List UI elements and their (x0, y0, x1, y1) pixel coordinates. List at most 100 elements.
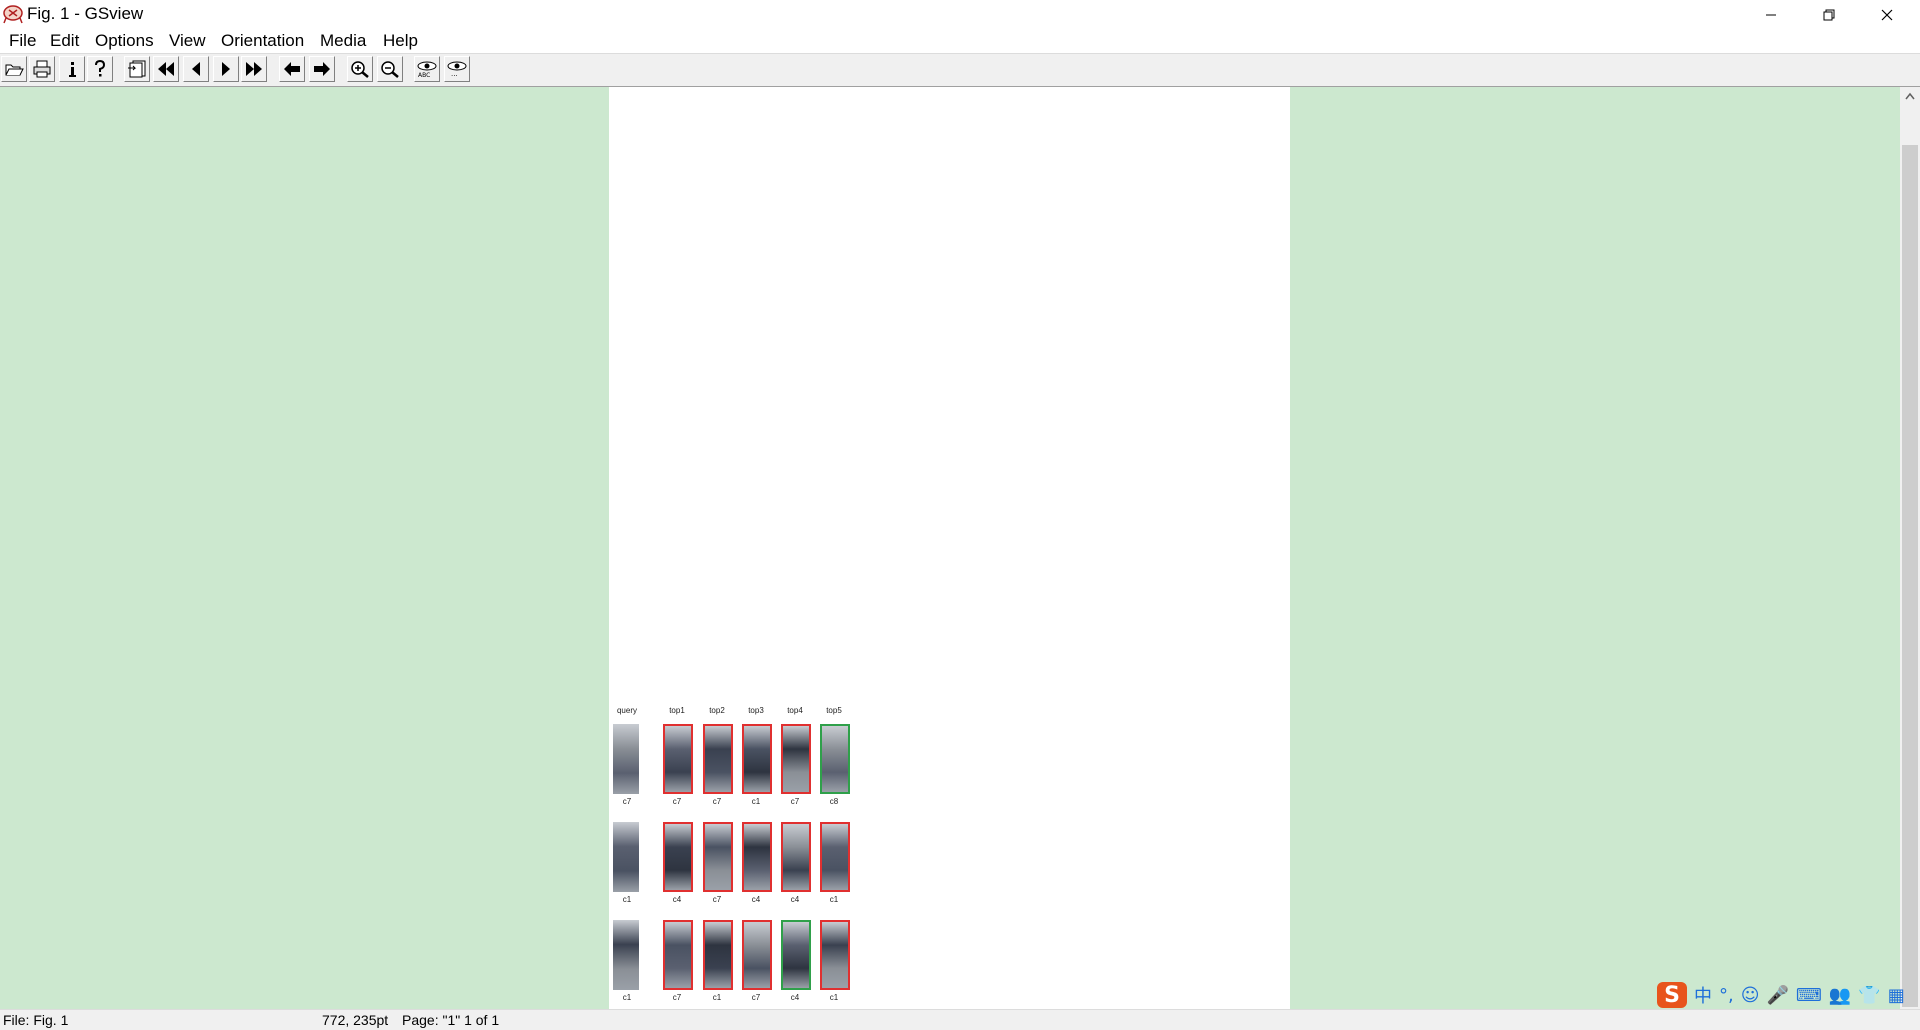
figure-header-query: query (616, 706, 637, 715)
goto-page-button[interactable] (124, 56, 150, 82)
ime-punctuation-icon[interactable]: °, (1719, 985, 1734, 1006)
ime-voice-icon[interactable]: 🎤 (1767, 985, 1789, 1006)
rank-image-top5 (820, 920, 850, 990)
camera-label: c7 (712, 895, 722, 904)
figure-header-top5: top5 (826, 706, 842, 715)
first-page-button[interactable] (153, 56, 179, 82)
find-text-button[interactable]: ABC (414, 56, 440, 82)
camera-label: c1 (829, 993, 839, 1002)
info-icon (69, 62, 76, 77)
rank-image-top5 (820, 822, 850, 892)
last-page-button[interactable] (241, 56, 267, 82)
menu-edit[interactable]: Edit (50, 31, 79, 51)
print-icon (33, 60, 51, 78)
close-button[interactable] (1858, 0, 1916, 29)
ime-user-icon[interactable]: 👥 (1829, 985, 1851, 1006)
status-bar: File: Fig. 1 772, 235pt Page: "1" 1 of 1 (0, 1009, 1920, 1030)
minimize-button[interactable] (1742, 0, 1800, 29)
camera-label: c1 (712, 993, 722, 1002)
camera-label: c7 (622, 797, 632, 806)
zoom-in-button[interactable] (347, 56, 373, 82)
camera-label: c4 (751, 895, 761, 904)
open-button[interactable] (1, 56, 27, 82)
prev-page-icon (192, 62, 200, 76)
find-text-icon: ABC (417, 61, 437, 78)
scroll-thumb[interactable] (1902, 145, 1918, 1007)
ime-toolbar: S 中 °, ☺ 🎤 ⌨ 👥 👕 ▦ (1657, 981, 1920, 1009)
document-page[interactable]: query top1 top2 top3 top4 top5 c7 c7 c7 c1 c7 c8 c1 c… (609, 87, 1290, 1009)
back-button[interactable] (279, 56, 305, 82)
camera-label: c1 (829, 895, 839, 904)
forward-button[interactable] (309, 56, 335, 82)
status-coordinates: 772, 235pt (322, 1012, 389, 1028)
camera-label: c8 (829, 797, 839, 806)
query-image (613, 920, 639, 990)
rank-image-top4 (781, 920, 811, 990)
prev-page-button[interactable] (183, 56, 209, 82)
menu-options[interactable]: Options (95, 31, 154, 51)
rank-image-top2 (703, 920, 733, 990)
ime-chinese-mode-icon[interactable]: 中 (1694, 982, 1712, 1008)
back-icon (284, 62, 300, 76)
last-page-icon (246, 62, 262, 76)
camera-label: c4 (790, 895, 800, 904)
sogou-logo-icon[interactable]: S (1657, 982, 1687, 1008)
menu-media[interactable]: Media (320, 31, 366, 51)
camera-label: c7 (672, 993, 682, 1002)
camera-label: c1 (622, 895, 632, 904)
goto-page-icon (128, 60, 146, 78)
toolbar: ABC ... (0, 54, 1920, 87)
ime-skin-icon[interactable]: 👕 (1858, 985, 1880, 1006)
gsview-app-icon[interactable] (2, 4, 24, 24)
menu-orientation[interactable]: Orientation (221, 31, 304, 51)
document-workspace[interactable]: query top1 top2 top3 top4 top5 c7 c7 c7 c1 c7 c8 c1 c… (0, 87, 1900, 1009)
open-icon (5, 64, 24, 76)
info-button[interactable] (59, 56, 85, 82)
restore-button[interactable] (1800, 0, 1858, 29)
menu-view[interactable]: View (169, 31, 206, 51)
title-bar: Fig. 1 - GSview (0, 0, 1920, 29)
scroll-up-button[interactable] (1900, 87, 1920, 105)
rank-image-top1 (663, 822, 693, 892)
rank-image-top3 (742, 920, 772, 990)
ime-emoji-icon[interactable]: ☺ (1741, 985, 1760, 1006)
rank-image-top2 (703, 822, 733, 892)
figure-header-top3: top3 (748, 706, 764, 715)
svg-text:ABC: ABC (418, 72, 430, 78)
rank-image-top3 (742, 724, 772, 794)
find-next-button[interactable]: ... (444, 56, 470, 82)
rank-image-top4 (781, 724, 811, 794)
ime-toolbox-icon[interactable]: ▦ (1888, 985, 1905, 1006)
first-page-icon (158, 62, 174, 76)
zoom-in-icon (351, 61, 369, 78)
ime-keyboard-icon[interactable]: ⌨ (1796, 985, 1822, 1006)
zoom-out-button[interactable] (377, 56, 403, 82)
window-title: Fig. 1 - GSview (27, 4, 144, 23)
help-icon (95, 60, 106, 77)
vertical-scrollbar[interactable] (1900, 87, 1920, 1009)
svg-text:...: ... (451, 70, 458, 78)
camera-label: c7 (712, 797, 722, 806)
camera-label: c7 (751, 993, 761, 1002)
rank-image-top1 (663, 920, 693, 990)
camera-label: c4 (672, 895, 682, 904)
query-image (613, 822, 639, 892)
find-next-icon: ... (447, 61, 467, 78)
chevron-up-icon (1905, 92, 1915, 100)
zoom-out-icon (381, 61, 399, 78)
camera-label: c7 (790, 797, 800, 806)
minimize-icon (1766, 14, 1776, 15)
print-button[interactable] (29, 56, 55, 82)
restore-icon (1823, 9, 1835, 20)
camera-label: c1 (751, 797, 761, 806)
menu-file[interactable]: File (9, 31, 36, 51)
next-page-icon (222, 62, 230, 76)
close-icon (1881, 9, 1893, 20)
menu-help[interactable]: Help (383, 31, 418, 51)
figure-header-top2: top2 (709, 706, 725, 715)
help-button[interactable] (87, 56, 113, 82)
rank-image-top2 (703, 724, 733, 794)
next-page-button[interactable] (213, 56, 239, 82)
status-page: Page: "1" 1 of 1 (402, 1012, 500, 1028)
rank-image-top5 (820, 724, 850, 794)
